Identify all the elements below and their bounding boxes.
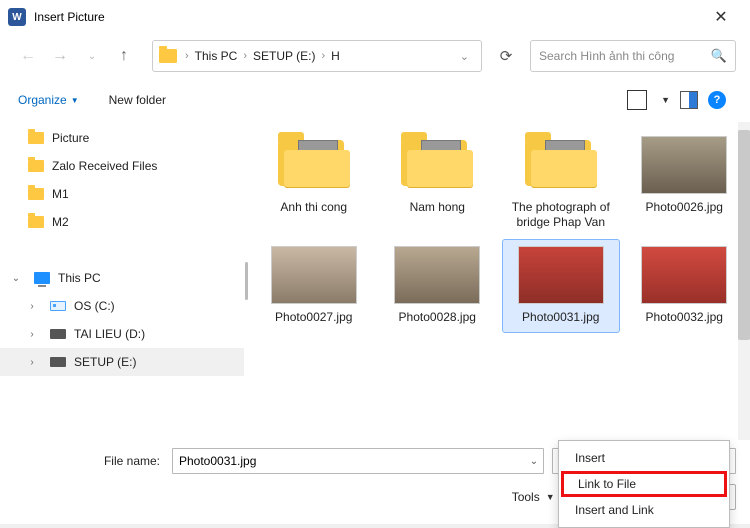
collapse-icon[interactable]: ⌄ [10, 273, 22, 284]
tree-label: Zalo Received Files [52, 159, 157, 173]
folder-icon [28, 188, 44, 200]
tree-label: SETUP (E:) [74, 355, 136, 369]
view-mode-icon[interactable] [627, 90, 647, 110]
tree-label: M2 [52, 215, 69, 229]
tree-label: OS (C:) [74, 299, 115, 313]
chevron-down-icon[interactable]: ▼ [661, 95, 670, 105]
folder-icon [521, 136, 601, 194]
file-label: Nam hong [410, 200, 465, 216]
insert-picture-dialog: W Insert Picture ✕ ← → ⌄ ↑ › This PC › S… [0, 0, 750, 524]
chevron-right-icon: › [241, 50, 249, 62]
refresh-icon[interactable]: ⟳ [492, 42, 520, 70]
image-thumbnail [518, 246, 604, 304]
search-input[interactable] [539, 49, 711, 63]
file-item[interactable]: Photo0028.jpg [380, 240, 496, 332]
tree-label: This PC [58, 271, 101, 285]
folder-icon [28, 132, 44, 144]
tree-item-zalo[interactable]: Zalo Received Files [0, 152, 244, 180]
folder-item[interactable]: Anh thi cong [256, 130, 372, 236]
chevron-right-icon: › [183, 50, 191, 62]
help-icon[interactable]: ? [708, 91, 726, 109]
insert-dropdown: Insert Link to File Insert and Link [558, 440, 730, 528]
tree-item-m2[interactable]: M2 [0, 208, 244, 236]
view-controls: ▼ ? [627, 90, 726, 110]
file-label: Photo0026.jpg [646, 200, 723, 216]
file-label: Photo0027.jpg [275, 310, 352, 326]
expand-icon[interactable]: › [26, 357, 38, 368]
file-list: Anh thi cong Nam hong The photograph of br… [248, 122, 750, 440]
tree-item-picture[interactable]: Picture [0, 124, 244, 152]
scrollbar[interactable] [736, 122, 750, 440]
chevron-down-icon[interactable]: ⌄ [525, 456, 543, 467]
nav-row: ← → ⌄ ↑ › This PC › SETUP (E:) › H ⌄ ⟳ 🔍 [0, 34, 750, 78]
close-icon[interactable]: ✕ [700, 7, 742, 27]
forward-icon[interactable]: → [46, 42, 74, 70]
filename-input[interactable]: ⌄ [172, 448, 544, 474]
search-icon[interactable]: 🔍 [711, 48, 727, 64]
file-label: Photo0028.jpg [399, 310, 476, 326]
tools-label: Tools [512, 490, 540, 504]
preview-pane-icon[interactable] [680, 91, 698, 109]
drive-icon [50, 301, 66, 311]
dropdown-item-insert[interactable]: Insert [561, 445, 727, 471]
tree-item-m1[interactable]: M1 [0, 180, 244, 208]
file-item[interactable]: Photo0031.jpg [503, 240, 619, 332]
folder-item[interactable]: Nam hong [380, 130, 496, 236]
drive-icon [50, 357, 66, 367]
crumb-pc[interactable]: This PC [191, 49, 242, 63]
file-item[interactable]: Photo0027.jpg [256, 240, 372, 332]
window-title: Insert Picture [34, 10, 700, 24]
organize-button[interactable]: Organize ▼ [14, 89, 83, 111]
image-thumbnail [641, 246, 727, 304]
organize-label: Organize [18, 93, 67, 107]
search-box[interactable]: 🔍 [530, 40, 736, 72]
file-label: Anh thi cong [280, 200, 347, 216]
folder-item[interactable]: The photograph of bridge Phap Van [503, 130, 619, 236]
dropdown-item-insert-and-link[interactable]: Insert and Link [561, 497, 727, 523]
tree-label: M1 [52, 187, 69, 201]
up-icon[interactable]: ↑ [110, 42, 138, 70]
new-folder-button[interactable]: New folder [101, 89, 174, 111]
file-label: The photograph of bridge Phap Van [506, 200, 616, 230]
chevron-right-icon: › [320, 50, 328, 62]
back-icon[interactable]: ← [14, 42, 42, 70]
tree-label: TAI LIEU (D:) [74, 327, 145, 341]
filename-label: File name: [14, 454, 164, 468]
file-label: Photo0031.jpg [522, 310, 599, 326]
folder-icon [274, 136, 354, 194]
tree-label: Picture [52, 131, 89, 145]
drive-icon [50, 329, 66, 339]
file-label: Photo0032.jpg [646, 310, 723, 326]
folder-icon [159, 49, 177, 63]
folder-icon [28, 160, 44, 172]
chevron-down-icon: ▼ [71, 96, 79, 105]
pc-icon [34, 272, 50, 284]
image-thumbnail [641, 136, 727, 194]
tree-item-tailieu[interactable]: › TAI LIEU (D:) [0, 320, 244, 348]
recent-icon[interactable]: ⌄ [78, 42, 106, 70]
image-thumbnail [394, 246, 480, 304]
crumb-folder[interactable]: H [327, 49, 344, 63]
toolbar: Organize ▼ New folder ▼ ? [0, 78, 750, 122]
folder-icon [397, 136, 477, 194]
titlebar: W Insert Picture ✕ [0, 0, 750, 34]
tree-item-thispc[interactable]: ⌄ This PC [0, 264, 244, 292]
dropdown-item-link-to-file[interactable]: Link to File [561, 471, 727, 497]
nav-tree: Picture Zalo Received Files M1 M2 ⌄ This … [0, 122, 244, 440]
folder-icon [28, 216, 44, 228]
tree-item-setup[interactable]: › SETUP (E:) [0, 348, 244, 376]
image-thumbnail [271, 246, 357, 304]
chevron-down-icon[interactable]: ⌄ [454, 50, 475, 63]
filename-field[interactable] [173, 454, 525, 468]
tree-item-os[interactable]: › OS (C:) [0, 292, 244, 320]
tools-button[interactable]: Tools ▼ [512, 490, 555, 504]
breadcrumb[interactable]: › This PC › SETUP (E:) › H ⌄ [152, 40, 482, 72]
word-app-icon: W [8, 8, 26, 26]
expand-icon[interactable]: › [26, 301, 38, 312]
file-item[interactable]: Photo0026.jpg [627, 130, 743, 236]
expand-icon[interactable]: › [26, 329, 38, 340]
file-item[interactable]: Photo0032.jpg [627, 240, 743, 332]
crumb-drive[interactable]: SETUP (E:) [249, 49, 319, 63]
chevron-down-icon: ▼ [546, 492, 555, 502]
